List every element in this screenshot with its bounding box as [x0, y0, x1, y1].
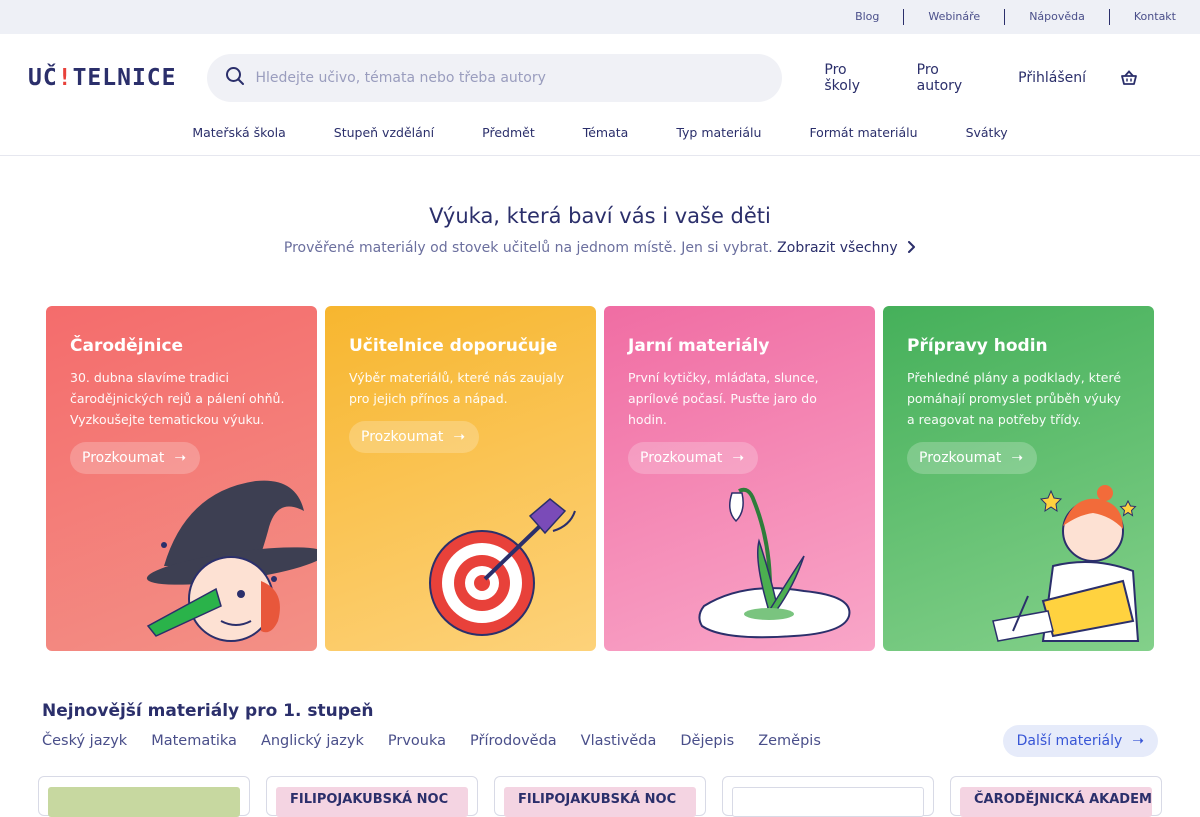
cart-basket-icon[interactable]	[1120, 70, 1138, 86]
material-card[interactable]: ČARODĚJNICKÁ AKADEMIE	[950, 776, 1162, 817]
hero-section: Výuka, která baví vás i vaše děti Prověř…	[0, 204, 1200, 256]
card-lesson-plans[interactable]: Přípravy hodin Přehledné plány a podklad…	[883, 306, 1154, 651]
material-preview: FILIPOJAKUBSKÁ NOC	[504, 787, 696, 817]
nav-for-authors[interactable]: Pro autory	[917, 62, 985, 94]
explore-button[interactable]: Prozkoumat ➝	[349, 421, 480, 453]
chevron-right-icon	[908, 241, 916, 253]
newest-materials-section: Nejnovější materiály pro 1. stupeň Český…	[0, 651, 1200, 757]
explore-button[interactable]: Prozkoumat ➝	[628, 442, 759, 474]
card-recommended[interactable]: Učitelnice doporučuje Výběr materiálů, k…	[325, 306, 596, 651]
material-card[interactable]	[722, 776, 934, 817]
search-bar[interactable]	[207, 54, 783, 102]
feature-cards: Čarodějnice 30. dubna slavíme tradici ča…	[46, 306, 1200, 651]
topbar-link-help[interactable]: Nápověda	[1004, 9, 1109, 25]
card-witches[interactable]: Čarodějnice 30. dubna slavíme tradici ča…	[46, 306, 317, 651]
material-card[interactable]	[38, 776, 250, 817]
search-input[interactable]	[255, 70, 736, 86]
witch-illustration	[146, 480, 317, 642]
card-text: 30. dubna slavíme tradici čarodějnických…	[70, 370, 285, 427]
section-title: Nejnovější materiály pro 1. stupeň	[42, 701, 374, 721]
material-card[interactable]: FILIPOJAKUBSKÁ NOC	[494, 776, 706, 817]
site-logo[interactable]: UČ!TELNICE	[28, 65, 207, 91]
catnav-material-type[interactable]: Typ materiálu	[676, 125, 761, 140]
card-title: Čarodějnice	[70, 336, 184, 356]
header-nav: Pro školy Pro autory Přihlášení	[824, 62, 1172, 94]
card-title: Přípravy hodin	[907, 336, 1048, 356]
category-nav: Mateřská škola Stupeň vzdělání Předmět T…	[0, 122, 1200, 156]
arrow-right-icon: ➝	[732, 450, 745, 466]
arrow-right-icon: ➝	[1132, 733, 1144, 749]
catnav-kindergarten[interactable]: Mateřská škola	[192, 125, 285, 140]
explore-button[interactable]: Prozkoumat ➝	[70, 442, 201, 474]
material-preview: FILIPOJAKUBSKÁ NOC	[276, 787, 468, 817]
topbar-link-blog[interactable]: Blog	[831, 9, 903, 25]
main-header: UČ!TELNICE Pro školy Pro autory Přihláše…	[0, 34, 1200, 122]
catnav-material-format[interactable]: Formát materiálu	[809, 125, 917, 140]
subject-tab-geography[interactable]: Zeměpis	[758, 733, 821, 749]
dartboard-illustration	[429, 498, 576, 636]
subject-tab-math[interactable]: Matematika	[151, 733, 237, 749]
subject-tab-homeland[interactable]: Vlastivěda	[581, 733, 657, 749]
snowdrop-illustration	[698, 487, 851, 639]
more-materials-button[interactable]: Další materiály ➝	[1002, 725, 1158, 757]
topbar-link-webinars[interactable]: Webináře	[903, 9, 1004, 25]
card-text: První kytičky, mláďata, slunce, aprílové…	[628, 370, 819, 427]
explore-button[interactable]: Prozkoumat ➝	[907, 442, 1038, 474]
arrow-right-icon: ➝	[174, 450, 187, 466]
material-preview	[48, 787, 240, 817]
material-preview: ČARODĚJNICKÁ AKADEMIE	[960, 787, 1152, 817]
hero-title: Výuka, která baví vás i vaše děti	[429, 204, 771, 228]
arrow-right-icon: ➝	[453, 429, 466, 445]
catnav-holidays[interactable]: Svátky	[966, 125, 1008, 140]
arrow-right-icon: ➝	[1011, 450, 1024, 466]
subject-tab-english[interactable]: Anglický jazyk	[261, 733, 364, 749]
card-title: Jarní materiály	[628, 336, 770, 356]
nav-for-schools[interactable]: Pro školy	[824, 62, 882, 94]
material-preview	[732, 787, 924, 817]
subject-tab-czech[interactable]: Český jazyk	[42, 733, 127, 749]
subject-tab-history[interactable]: Dějepis	[680, 733, 734, 749]
card-text: Přehledné plány a podklady, které pomáha…	[907, 370, 1122, 427]
catnav-topics[interactable]: Témata	[583, 125, 629, 140]
nav-login[interactable]: Přihlášení	[1018, 70, 1086, 86]
subject-tab-prvouka[interactable]: Prvouka	[388, 733, 446, 749]
hero-subtitle: Prověřené materiály od stovek učitelů na…	[0, 240, 1200, 256]
student-writing-illustration	[992, 485, 1140, 642]
subject-tab-science[interactable]: Přírodověda	[470, 733, 557, 749]
material-card[interactable]: FILIPOJAKUBSKÁ NOC	[266, 776, 478, 817]
card-text: Výběr materiálů, které nás zaujaly pro j…	[349, 370, 564, 406]
catnav-education-level[interactable]: Stupeň vzdělání	[334, 125, 434, 140]
top-utility-bar: Blog Webináře Nápověda Kontakt	[0, 0, 1200, 34]
topbar-link-contact[interactable]: Kontakt	[1108, 9, 1176, 25]
card-spring[interactable]: Jarní materiály První kytičky, mláďata, …	[604, 306, 875, 651]
show-all-link[interactable]: Zobrazit všechny	[777, 240, 916, 256]
catnav-subject[interactable]: Předmět	[482, 125, 535, 140]
material-thumbnails: FILIPOJAKUBSKÁ NOC FILIPOJAKUBSKÁ NOC ČA…	[38, 776, 1162, 817]
search-icon[interactable]	[225, 66, 245, 90]
card-title: Učitelnice doporučuje	[349, 336, 558, 356]
